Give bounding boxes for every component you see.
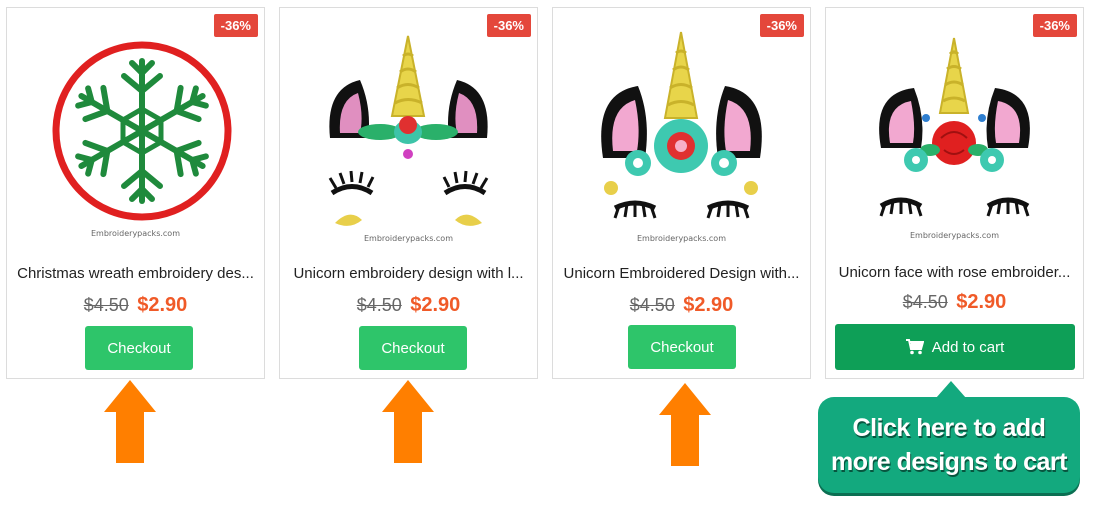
unicorn-image (879, 37, 1030, 217)
up-arrow-icon (382, 380, 434, 463)
price-row: $4.50 $2.90 (7, 294, 264, 317)
old-price: $4.50 (629, 295, 675, 315)
snowflake-wreath-image (52, 41, 232, 221)
watermark-text: Embroiderypacks.com (637, 234, 726, 243)
price-row: $4.50 $2.90 (280, 294, 537, 317)
product-card: Embroiderypacks.com -36% Unicorn face wi… (825, 7, 1084, 379)
watermark-text: Embroiderypacks.com (364, 234, 453, 243)
product-image[interactable]: Embroiderypacks.com (553, 8, 810, 258)
discount-badge: -36% (1032, 14, 1077, 37)
product-card: Embroiderypacks.com -36% Unicorn Embroid… (552, 7, 811, 379)
sale-price: $2.90 (137, 294, 188, 316)
product-title[interactable]: Unicorn Embroidered Design with... (561, 265, 802, 282)
discount-badge: -36% (213, 14, 258, 37)
checkout-button[interactable]: Checkout (628, 325, 736, 369)
product-title[interactable]: Christmas wreath embroidery des... (15, 265, 256, 282)
price-row: $4.50 $2.90 (826, 291, 1083, 314)
sale-price: $2.90 (956, 291, 1007, 313)
watermark-text: Embroiderypacks.com (910, 231, 999, 240)
callout-pointer (936, 381, 966, 398)
sale-price: $2.90 (683, 294, 734, 316)
old-price: $4.50 (902, 292, 948, 312)
product-image[interactable]: Embroiderypacks.com (7, 8, 264, 258)
up-arrow-icon (659, 383, 711, 466)
cart-icon (905, 339, 924, 355)
product-card: Embroiderypacks.com -36% Christmas wreat… (6, 7, 265, 379)
discount-badge: -36% (486, 14, 531, 37)
up-arrow-icon (104, 380, 156, 463)
product-title[interactable]: Unicorn face with rose embroider... (834, 264, 1075, 281)
unicorn-image (601, 31, 762, 219)
product-card: Embroiderypacks.com -36% Unicorn embroid… (279, 7, 538, 379)
discount-badge: -36% (759, 14, 804, 37)
add-to-cart-callout: Click here to add more designs to cart (818, 397, 1080, 493)
sale-price: $2.90 (410, 294, 461, 316)
add-to-cart-label: Add to cart (931, 338, 1005, 356)
add-to-cart-button[interactable]: Add to cart (835, 324, 1075, 370)
product-title[interactable]: Unicorn embroidery design with l... (288, 265, 529, 282)
unicorn-image (328, 35, 489, 226)
product-image[interactable]: Embroiderypacks.com (826, 8, 1083, 258)
price-row: $4.50 $2.90 (553, 294, 810, 317)
callout-line-1: Click here to add (852, 414, 1046, 442)
product-image[interactable]: Embroiderypacks.com (280, 8, 537, 258)
callout-text: Click here to add more designs to cart (831, 411, 1067, 479)
checkout-button[interactable]: Checkout (359, 326, 467, 370)
checkout-button[interactable]: Checkout (85, 326, 193, 370)
old-price: $4.50 (83, 295, 129, 315)
callout-line-2: more designs to cart (831, 448, 1067, 476)
watermark-text: Embroiderypacks.com (91, 229, 180, 238)
old-price: $4.50 (356, 295, 402, 315)
